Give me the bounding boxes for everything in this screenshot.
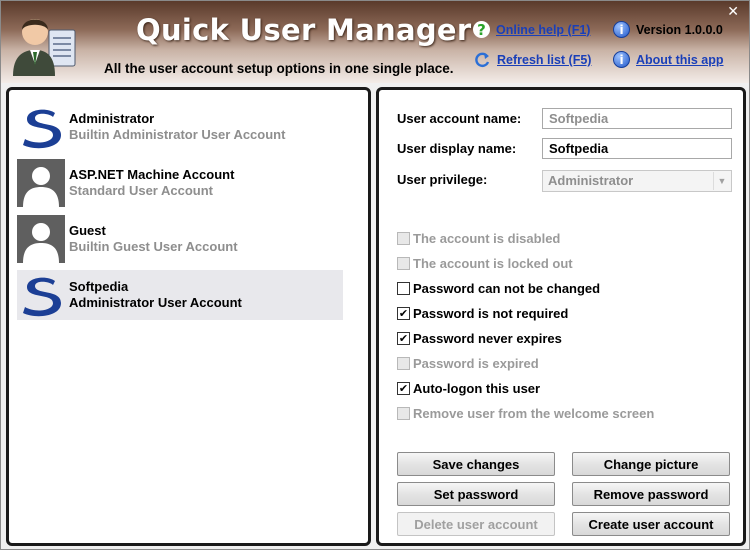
user-list-item-selected[interactable]: Softpedia Administrator User Account — [17, 270, 343, 320]
info-icon: i — [613, 51, 630, 68]
checkbox[interactable] — [397, 357, 410, 370]
user-list-item[interactable]: Guest Builtin Guest User Account — [17, 214, 343, 264]
account-name-label: User account name: — [397, 111, 522, 126]
default-user-icon — [17, 159, 65, 207]
refresh-list-label[interactable]: Refresh list (F5) — [497, 53, 591, 67]
user-description: Administrator User Account — [69, 295, 242, 310]
option-account-disabled[interactable]: The account is disabled — [397, 231, 560, 246]
option-password-expired[interactable]: Password is expired — [397, 356, 539, 371]
app-subtitle: All the user account setup options in on… — [104, 61, 454, 76]
delete-user-button[interactable]: Delete user account — [397, 512, 555, 536]
chevron-down-icon: ▼ — [713, 172, 730, 190]
privilege-value: Administrator — [548, 173, 634, 188]
option-password-cannot-change[interactable]: Password can not be changed — [397, 281, 600, 296]
softpedia-logo-icon — [17, 271, 65, 319]
checkbox[interactable] — [397, 257, 410, 270]
checkbox[interactable] — [397, 282, 410, 295]
user-name: Guest — [69, 223, 106, 238]
user-description: Builtin Guest User Account — [69, 239, 238, 254]
display-name-label: User display name: — [397, 141, 517, 156]
checkbox-checked[interactable]: ✔ — [397, 332, 410, 345]
about-label[interactable]: About this app — [636, 53, 724, 67]
user-description: Builtin Administrator User Account — [69, 127, 286, 142]
create-user-button[interactable]: Create user account — [572, 512, 730, 536]
account-name-field[interactable] — [542, 108, 732, 129]
privilege-select[interactable]: Administrator ▼ — [542, 170, 732, 192]
softpedia-logo-icon — [17, 103, 65, 151]
app-window: Quick User Manager All the user account … — [0, 0, 750, 550]
option-label: Password is expired — [413, 356, 539, 371]
option-label: Password never expires — [413, 331, 562, 346]
option-auto-logon[interactable]: ✔ Auto-logon this user — [397, 381, 540, 396]
online-help-label[interactable]: Online help (F1) — [496, 23, 590, 37]
user-list-item[interactable]: Administrator Builtin Administrator User… — [17, 102, 343, 152]
display-name-field[interactable] — [542, 138, 732, 159]
default-user-icon — [17, 215, 65, 263]
version-info: i Version 1.0.0.0 — [613, 21, 723, 38]
user-list-item[interactable]: ASP.NET Machine Account Standard User Ac… — [17, 158, 343, 208]
refresh-list-link[interactable]: Refresh list (F5) — [473, 51, 591, 69]
about-link[interactable]: i About this app — [613, 51, 724, 68]
privilege-label: User privilege: — [397, 172, 488, 187]
remove-password-button[interactable]: Remove password — [572, 482, 730, 506]
checkbox-checked[interactable]: ✔ — [397, 382, 410, 395]
option-label: The account is disabled — [413, 231, 561, 246]
change-picture-button[interactable]: Change picture — [572, 452, 730, 476]
user-name: Administrator — [69, 111, 155, 126]
user-manager-logo-icon — [13, 19, 76, 76]
user-name: Softpedia — [69, 279, 129, 294]
option-account-locked[interactable]: The account is locked out — [397, 256, 573, 271]
save-changes-button[interactable]: Save changes — [397, 452, 555, 476]
help-question-icon: ? — [473, 21, 490, 39]
checkbox[interactable] — [397, 407, 410, 420]
option-label: Password can not be changed — [413, 281, 601, 296]
option-label: The account is locked out — [413, 256, 573, 271]
checkbox[interactable] — [397, 232, 410, 245]
info-icon: i — [613, 21, 630, 38]
user-description: Standard User Account — [69, 183, 213, 198]
checkbox-checked[interactable]: ✔ — [397, 307, 410, 320]
version-label: Version 1.0.0.0 — [636, 22, 723, 37]
option-password-never-expires[interactable]: ✔ Password never expires — [397, 331, 562, 346]
option-password-not-required[interactable]: ✔ Password is not required — [397, 306, 568, 321]
close-icon[interactable]: ✕ — [727, 4, 739, 20]
set-password-button[interactable]: Set password — [397, 482, 555, 506]
app-title: Quick User Manager — [136, 13, 472, 47]
user-properties-panel: User account name: User display name: Us… — [376, 87, 746, 546]
user-name: ASP.NET Machine Account — [69, 167, 235, 182]
option-label: Password is not required — [413, 306, 569, 321]
option-label: Remove user from the welcome screen — [413, 406, 655, 421]
app-header: Quick User Manager All the user account … — [1, 1, 749, 83]
online-help-link[interactable]: ? Online help (F1) — [473, 21, 590, 39]
user-list-panel: Administrator Builtin Administrator User… — [6, 87, 371, 546]
option-remove-welcome[interactable]: Remove user from the welcome screen — [397, 406, 654, 421]
option-label: Auto-logon this user — [413, 381, 541, 396]
refresh-icon — [475, 52, 490, 68]
